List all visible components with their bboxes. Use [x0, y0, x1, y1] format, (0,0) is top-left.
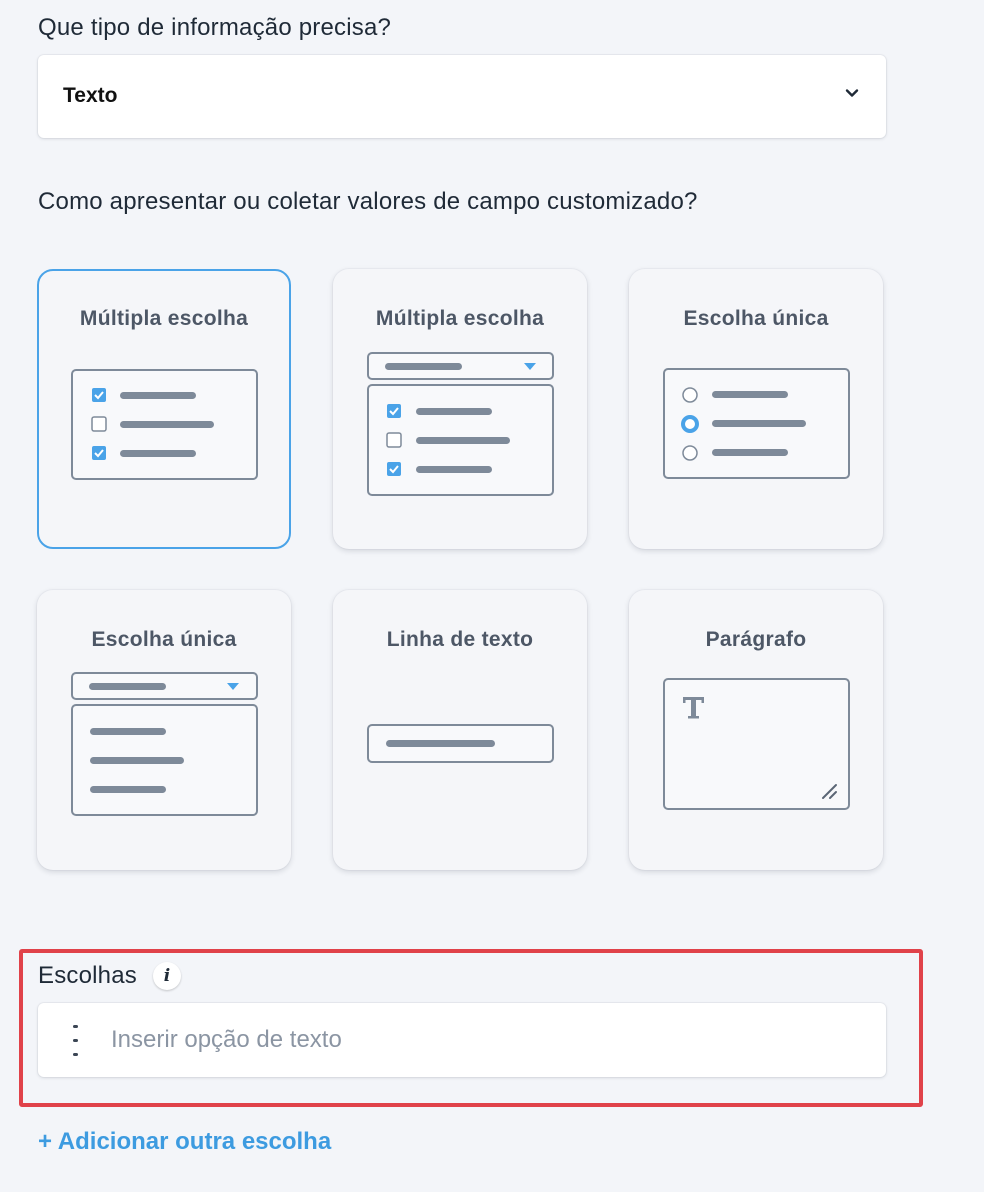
choices-label: Escolhas	[38, 962, 137, 989]
text-line-icon	[367, 724, 554, 763]
drag-handle-icon[interactable]	[71, 1025, 81, 1057]
chevron-down-icon	[845, 89, 859, 97]
type-select-value: Texto	[63, 84, 118, 107]
radio-list-icon	[663, 368, 850, 479]
display-question-label: Como apresentar ou coletar valores de ca…	[38, 188, 698, 215]
paragraph-icon	[663, 678, 850, 810]
choice-option-input[interactable]: Inserir opção de texto	[38, 1003, 886, 1077]
add-choice-link[interactable]: + Adicionar outra escolha	[38, 1128, 331, 1156]
option-card-multiple-choice-list[interactable]: Múltipla escolha	[37, 269, 291, 549]
type-question-label: Que tipo de informação precisa?	[38, 14, 392, 41]
choice-option-placeholder: Inserir opção de texto	[111, 1026, 342, 1053]
single-dropdown-icon	[71, 672, 258, 816]
option-card-single-choice-dropdown[interactable]: Escolha única	[37, 590, 291, 870]
type-select[interactable]: Texto	[38, 55, 886, 138]
checkbox-dropdown-icon	[367, 352, 554, 496]
checkbox-list-icon	[71, 369, 258, 480]
info-icon[interactable]: i	[153, 962, 181, 990]
option-card-single-choice-list[interactable]: Escolha única	[629, 269, 883, 549]
option-card-multiple-choice-dropdown[interactable]: Múltipla escolha	[333, 269, 587, 549]
option-card-text-line[interactable]: Linha de texto	[333, 590, 587, 870]
option-card-paragraph[interactable]: Parágrafo	[629, 590, 883, 870]
